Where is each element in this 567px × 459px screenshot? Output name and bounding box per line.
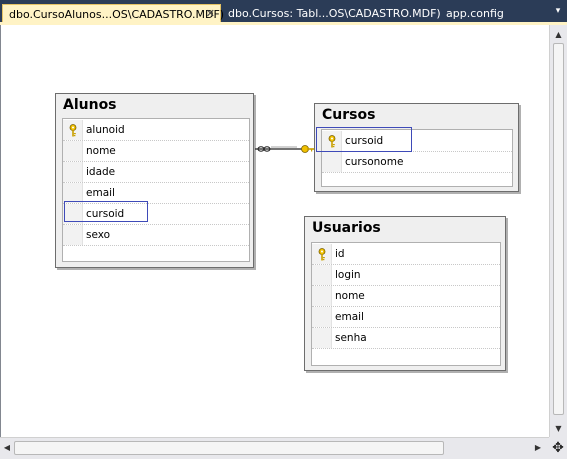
focused-column-outline: [316, 127, 412, 152]
row-selector[interactable]: [63, 162, 83, 182]
row-selector[interactable]: [312, 286, 332, 306]
row-selector[interactable]: [63, 225, 83, 245]
column-name: nome: [335, 290, 365, 302]
column-row[interactable]: cursonome: [322, 152, 512, 173]
column-name: login: [335, 269, 361, 281]
table-alunos[interactable]: Alunos alunoid nome idade email cursoid …: [55, 93, 254, 268]
column-row[interactable]: alunoid: [63, 120, 249, 141]
vertical-scrollbar[interactable]: ▲ ▼: [549, 25, 567, 437]
row-selector[interactable]: [312, 307, 332, 327]
scroll-up-icon[interactable]: ▲: [550, 27, 567, 43]
key-icon: [69, 124, 77, 137]
tab-overflow-dropdown-icon[interactable]: ▾: [552, 4, 564, 18]
tab-app-config[interactable]: app.config: [440, 4, 510, 23]
row-selector[interactable]: [312, 328, 332, 348]
row-selector[interactable]: [63, 183, 83, 203]
column-name: alunoid: [86, 124, 125, 136]
column-row[interactable]: cursoid: [63, 201, 249, 225]
column-name: nome: [86, 145, 116, 157]
row-selector[interactable]: [322, 152, 342, 172]
scroll-right-icon[interactable]: ▶: [531, 440, 545, 456]
column-name: cursonome: [345, 156, 404, 168]
column-name: senha: [335, 332, 367, 344]
table-title: Cursos: [322, 107, 376, 123]
row-selector[interactable]: [63, 141, 83, 161]
column-name: id: [335, 248, 345, 260]
focused-column-outline: [64, 201, 148, 222]
column-name: email: [335, 311, 364, 323]
column-grid: cursoid cursonome: [316, 127, 513, 187]
pan-icon[interactable]: ✥: [549, 437, 567, 459]
column-row[interactable]: id: [312, 244, 500, 265]
column-row[interactable]: login: [312, 265, 500, 286]
table-title: Alunos: [63, 97, 117, 113]
key-icon: [301, 145, 314, 153]
column-name: idade: [86, 166, 116, 178]
column-row[interactable]: idade: [63, 162, 249, 183]
vertical-scroll-thumb[interactable]: [553, 43, 564, 415]
table-cursos[interactable]: Cursos cursoid cursonome: [314, 103, 519, 192]
column-grid: id login nome email senha: [311, 242, 501, 366]
column-row[interactable]: nome: [312, 286, 500, 307]
tab-label: dbo.Cursos: Tabl...OS\CADASTRO.MDF): [228, 7, 441, 20]
column-row[interactable]: sexo: [63, 225, 249, 246]
infinity-icon: [257, 146, 271, 152]
column-row[interactable]: senha: [312, 328, 500, 349]
table-usuarios[interactable]: Usuarios id login nome email senha: [304, 216, 506, 371]
diagram-canvas[interactable]: Alunos alunoid nome idade email cursoid …: [0, 25, 549, 437]
scroll-down-icon[interactable]: ▼: [550, 421, 567, 437]
column-row[interactable]: cursoid: [316, 127, 512, 152]
tab-cursos-table[interactable]: dbo.Cursos: Tabl...OS\CADASTRO.MDF): [222, 4, 447, 23]
column-grid: alunoid nome idade email cursoid sexo: [62, 118, 250, 262]
close-icon[interactable]: ✕: [206, 7, 215, 20]
tab-label: dbo.CursoAlunos...OS\CADASTRO.MDF): [9, 8, 225, 21]
scroll-left-icon[interactable]: ◀: [0, 440, 14, 456]
column-row[interactable]: email: [312, 307, 500, 328]
horizontal-scroll-thumb[interactable]: [14, 441, 444, 455]
key-icon: [318, 248, 326, 261]
column-row[interactable]: nome: [63, 141, 249, 162]
tab-label: app.config: [446, 7, 504, 20]
horizontal-scrollbar[interactable]: ◀ ▶: [0, 437, 549, 459]
column-name: email: [86, 187, 115, 199]
table-title: Usuarios: [312, 220, 381, 236]
row-selector[interactable]: [312, 265, 332, 285]
tab-cursoalunos-diagram[interactable]: dbo.CursoAlunos...OS\CADASTRO.MDF) ✕: [2, 4, 225, 23]
document-tab-strip: dbo.CursoAlunos...OS\CADASTRO.MDF) ✕ dbo…: [0, 0, 567, 23]
column-name: sexo: [86, 229, 111, 241]
